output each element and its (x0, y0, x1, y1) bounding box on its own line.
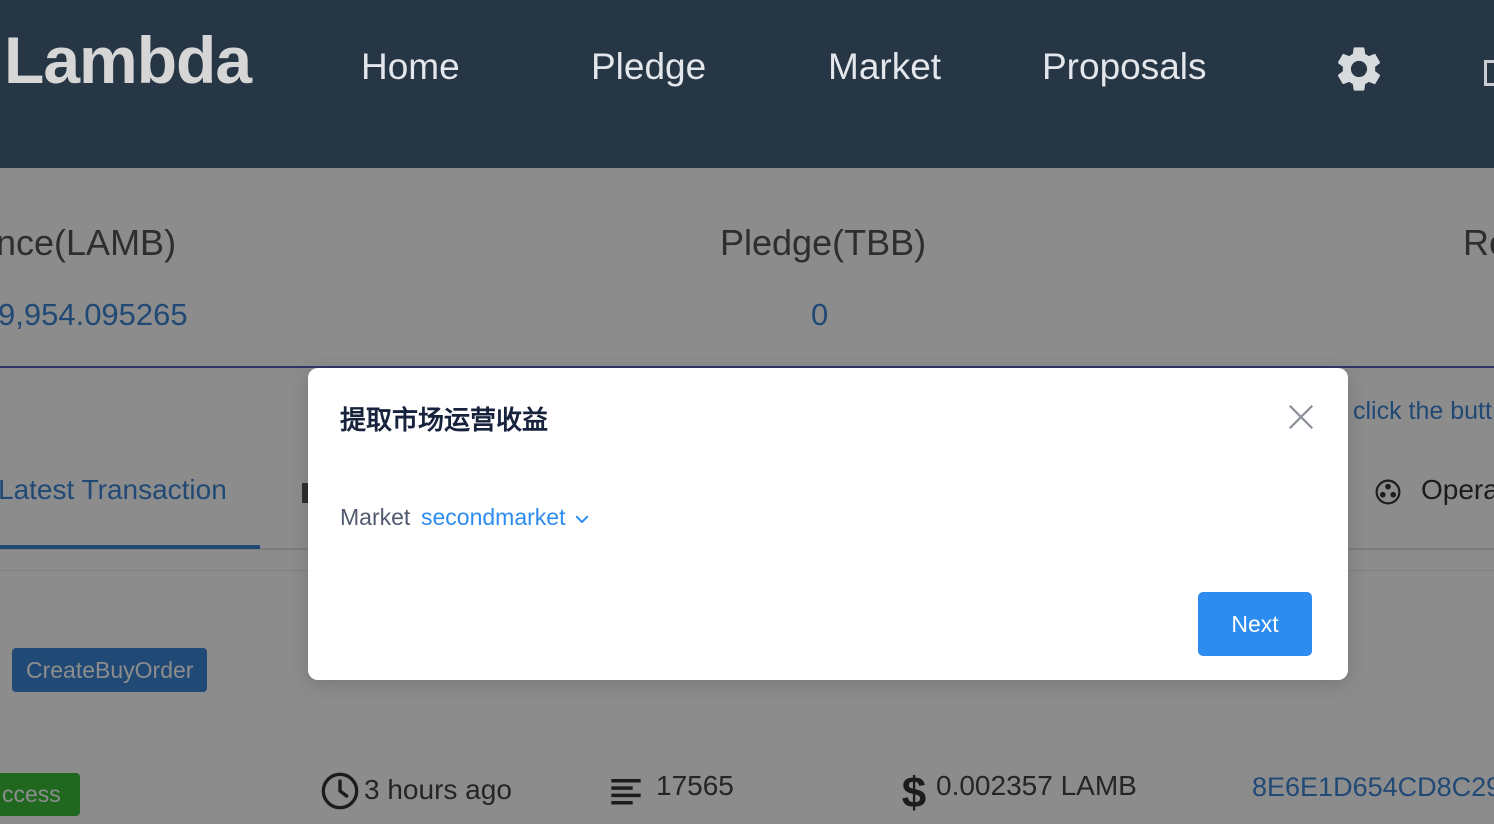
chevron-down-icon (576, 515, 589, 523)
nav-market[interactable]: Market (828, 46, 941, 88)
nav-home[interactable]: Home (361, 46, 460, 88)
top-navbar: Lambda Home Pledge Market Proposals (0, 0, 1494, 168)
market-select-value: secondmarket (421, 504, 566, 530)
market-label: Market (340, 504, 411, 530)
nav-proposals[interactable]: Proposals (1042, 46, 1207, 88)
next-button[interactable]: Next (1198, 592, 1312, 656)
close-icon[interactable] (1286, 402, 1316, 432)
nav-pledge[interactable]: Pledge (591, 46, 706, 88)
document-icon[interactable] (1484, 60, 1494, 86)
lambda-logo[interactable]: Lambda (4, 22, 252, 98)
gear-icon[interactable] (1332, 42, 1386, 96)
market-select[interactable]: secondmarket (421, 504, 591, 531)
withdraw-market-income-dialog: 提取市场运营收益 Market secondmarket Next (308, 368, 1348, 680)
modal-title: 提取市场运营收益 (340, 405, 549, 435)
